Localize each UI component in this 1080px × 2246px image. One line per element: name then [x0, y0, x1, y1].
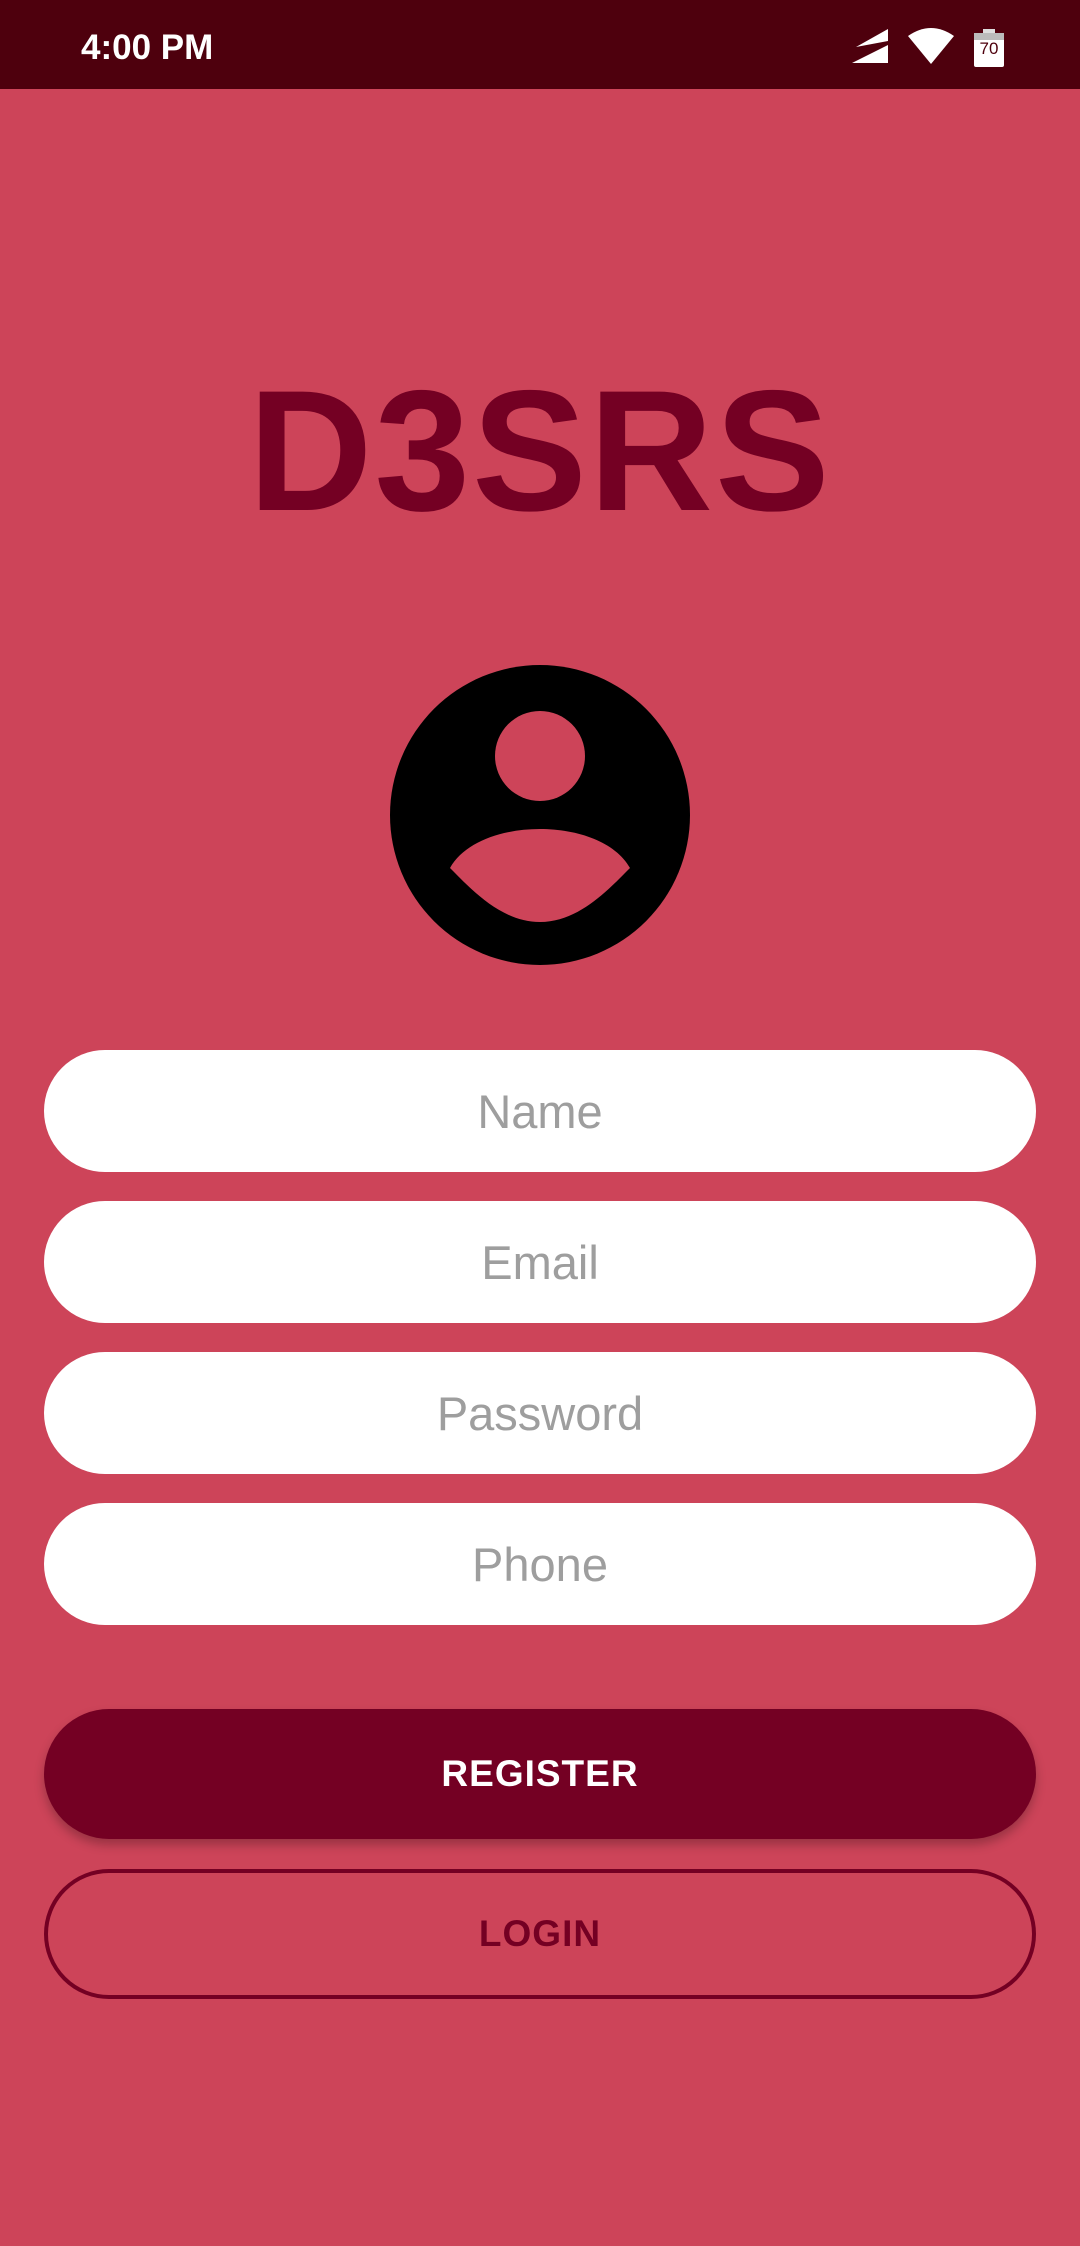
app-title: D3SRS — [248, 355, 832, 547]
battery-level: 70 — [979, 39, 999, 58]
phone-field[interactable] — [44, 1503, 1036, 1625]
battery-icon: 70 — [974, 29, 1004, 67]
register-button[interactable]: REGISTER — [44, 1709, 1036, 1839]
password-field[interactable] — [44, 1352, 1036, 1474]
name-field[interactable] — [44, 1050, 1036, 1172]
login-button[interactable]: LOGIN — [44, 1869, 1036, 1999]
signal-icon — [852, 28, 888, 68]
wifi-icon — [908, 27, 954, 69]
status-bar: 4:00 PM 70 — [0, 0, 1080, 89]
status-icons: 70 — [852, 27, 1004, 69]
account-circle-icon[interactable] — [389, 664, 691, 966]
status-time: 4:00 PM — [81, 28, 214, 67]
email-field[interactable] — [44, 1201, 1036, 1323]
